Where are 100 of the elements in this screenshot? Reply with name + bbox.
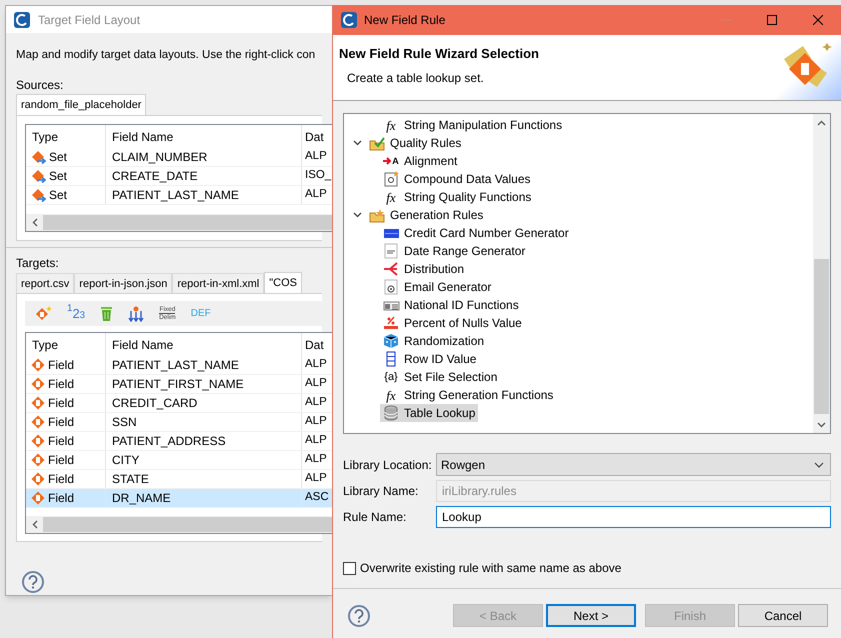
scrollbar-thumb[interactable]: [814, 259, 829, 414]
tree-item[interactable]: fx String Manipulation Functions: [380, 116, 566, 134]
align-button[interactable]: [127, 304, 146, 324]
table-cell: PATIENT_FIRST_NAME: [106, 375, 302, 393]
table-row[interactable]: Field PATIENT_FIRST_NAME ALP: [26, 375, 332, 394]
type-cell-text: Field: [48, 357, 74, 374]
tree-item-label: Randomization: [404, 333, 484, 350]
table-row[interactable]: Field PATIENT_ADDRESS ALP: [26, 432, 332, 451]
file-tab[interactable]: report-in-xml.xml: [172, 273, 264, 294]
chevron-up-icon: [817, 120, 826, 126]
table-cell-text: ALP: [304, 414, 328, 430]
checkbox-label: Overwrite existing rule with same name as above: [360, 560, 622, 577]
tree-item-label: Distribution: [404, 261, 464, 278]
table-row[interactable]: Field CREDIT_CARD ALP: [26, 394, 332, 413]
tree-item-label: Set File Selection: [404, 369, 498, 386]
icon-glyph: A: [392, 156, 399, 166]
table-row[interactable]: Set PATIENT_LAST_NAME ALP: [26, 186, 332, 205]
help-icon: [354, 608, 364, 622]
tree-item[interactable]: Randomization: [380, 332, 488, 350]
type-cell-text: Field: [48, 414, 74, 431]
table-row[interactable]: Field DR_NAME ASC: [26, 489, 332, 508]
dice-icon: [383, 333, 399, 349]
table-cell-text: ISO_: [304, 168, 332, 184]
field-diamond-icon: [31, 434, 45, 448]
chevron-down-icon: [352, 212, 362, 218]
tree-item[interactable]: Table Lookup: [380, 404, 478, 422]
type-cell-text: Set: [49, 187, 68, 204]
help-button[interactable]: [348, 604, 370, 626]
tree-item-label: String Manipulation Functions: [404, 117, 562, 134]
file-tab[interactable]: random_file_placeholder: [16, 94, 146, 116]
table-cell-text: ASC: [304, 490, 330, 506]
help-button[interactable]: [22, 571, 44, 593]
down-arrows-icon: [128, 306, 144, 322]
table-row[interactable]: Field PATIENT_LAST_NAME ALP: [26, 356, 332, 375]
table-cell: PATIENT_LAST_NAME: [106, 356, 302, 374]
field-diamond-icon: [31, 453, 45, 467]
checkbox[interactable]: [343, 562, 356, 574]
type-cell-text: Field: [48, 471, 74, 488]
tree-item[interactable]: A Alignment: [380, 152, 460, 170]
tree-item[interactable]: Email Generator: [380, 278, 494, 296]
table-row[interactable]: Field STATE ALP: [26, 470, 332, 489]
tree-item[interactable]: National ID Functions: [380, 296, 522, 314]
field-label: Library Name:: [343, 482, 420, 500]
table-row[interactable]: Set CLAIM_NUMBER ALP: [26, 148, 332, 167]
tree-item[interactable]: Compound Data Values: [380, 170, 534, 188]
tree-item[interactable]: fx String Quality Functions: [380, 188, 534, 206]
folder-check-icon: [368, 136, 386, 150]
tree-item[interactable]: Credit Card Number Generator: [380, 224, 572, 242]
file-tab[interactable]: report.csv: [16, 273, 74, 294]
diamond-plus-icon: [35, 306, 52, 322]
table-cell: DR_NAME: [106, 489, 302, 507]
icon-glyph: {a}: [384, 372, 398, 382]
tree-item-label: String Quality Functions: [404, 189, 532, 206]
wizard-title: New Field Rule Wizard Selection: [339, 45, 539, 63]
type-cell-text: Field: [48, 433, 74, 450]
wizard-button[interactable]: Cancel: [738, 604, 828, 627]
scrollbar-thumb[interactable]: [43, 517, 332, 532]
trash-icon: [100, 306, 114, 322]
table-cell-text: ALP: [304, 433, 328, 448]
field-diamond-icon: [31, 415, 45, 429]
tree-item[interactable]: Date Range Generator: [380, 242, 528, 260]
field-diamond-icon: [31, 472, 45, 486]
table-cell: CITY: [106, 451, 302, 469]
help-icon: [28, 575, 38, 589]
table-cell-text: ALP: [304, 357, 328, 372]
maximize-icon: [767, 15, 777, 25]
section-label: Targets:: [16, 255, 60, 272]
type-cell-text: Field: [48, 490, 74, 507]
table-row[interactable]: Field SSN ALP: [26, 413, 332, 432]
file-tab[interactable]: report-in-json.json: [74, 273, 172, 294]
field-diamond-icon: [31, 396, 45, 410]
table-row[interactable]: Field CITY ALP: [26, 451, 332, 470]
wizard-button[interactable]: Next >: [546, 604, 636, 627]
chevron-left-icon: [32, 520, 38, 529]
tree-item[interactable]: fx String Generation Functions: [380, 386, 556, 404]
numbering-button[interactable]: $^{1}$2$_{3}$: [66, 304, 86, 324]
folder-star-icon: [368, 208, 386, 222]
icon-glyph: fx: [386, 118, 396, 132]
tree-item[interactable]: Percent of Nulls Value: [380, 314, 525, 332]
table-cell: CLAIM_NUMBER: [106, 148, 302, 166]
file-tab[interactable]: "COS: [264, 272, 302, 294]
set-field-icon: [31, 188, 46, 202]
tree-item[interactable]: Row ID Value: [380, 350, 480, 368]
tree-item[interactable]: Distribution: [380, 260, 468, 278]
description-text: Map and modify target data layouts. Use the right-click con: [16, 48, 316, 63]
chevron-left-icon: [32, 218, 38, 227]
location-dropdown[interactable]: Rowgen: [436, 453, 831, 476]
tree-item[interactable]: Quality Rules: [366, 134, 464, 152]
tree-item-label: Compound Data Values: [404, 171, 531, 188]
tree-item[interactable]: {a} Set File Selection: [380, 368, 500, 386]
tree-item-label: Table Lookup: [404, 405, 476, 422]
window-title: New Field Rule: [364, 12, 446, 29]
rule-name-field[interactable]: Lookup: [436, 506, 831, 528]
compound-value-icon: [383, 171, 399, 187]
scrollbar-thumb[interactable]: [43, 215, 332, 230]
icon-glyph: fx: [386, 190, 396, 204]
tree-item[interactable]: Generation Rules: [366, 206, 486, 224]
wizard-description: Create a table lookup set.: [346, 70, 485, 86]
table-row[interactable]: Set CREATE_DATE ISO_: [26, 167, 332, 186]
type-cell-text: Field: [48, 376, 74, 393]
